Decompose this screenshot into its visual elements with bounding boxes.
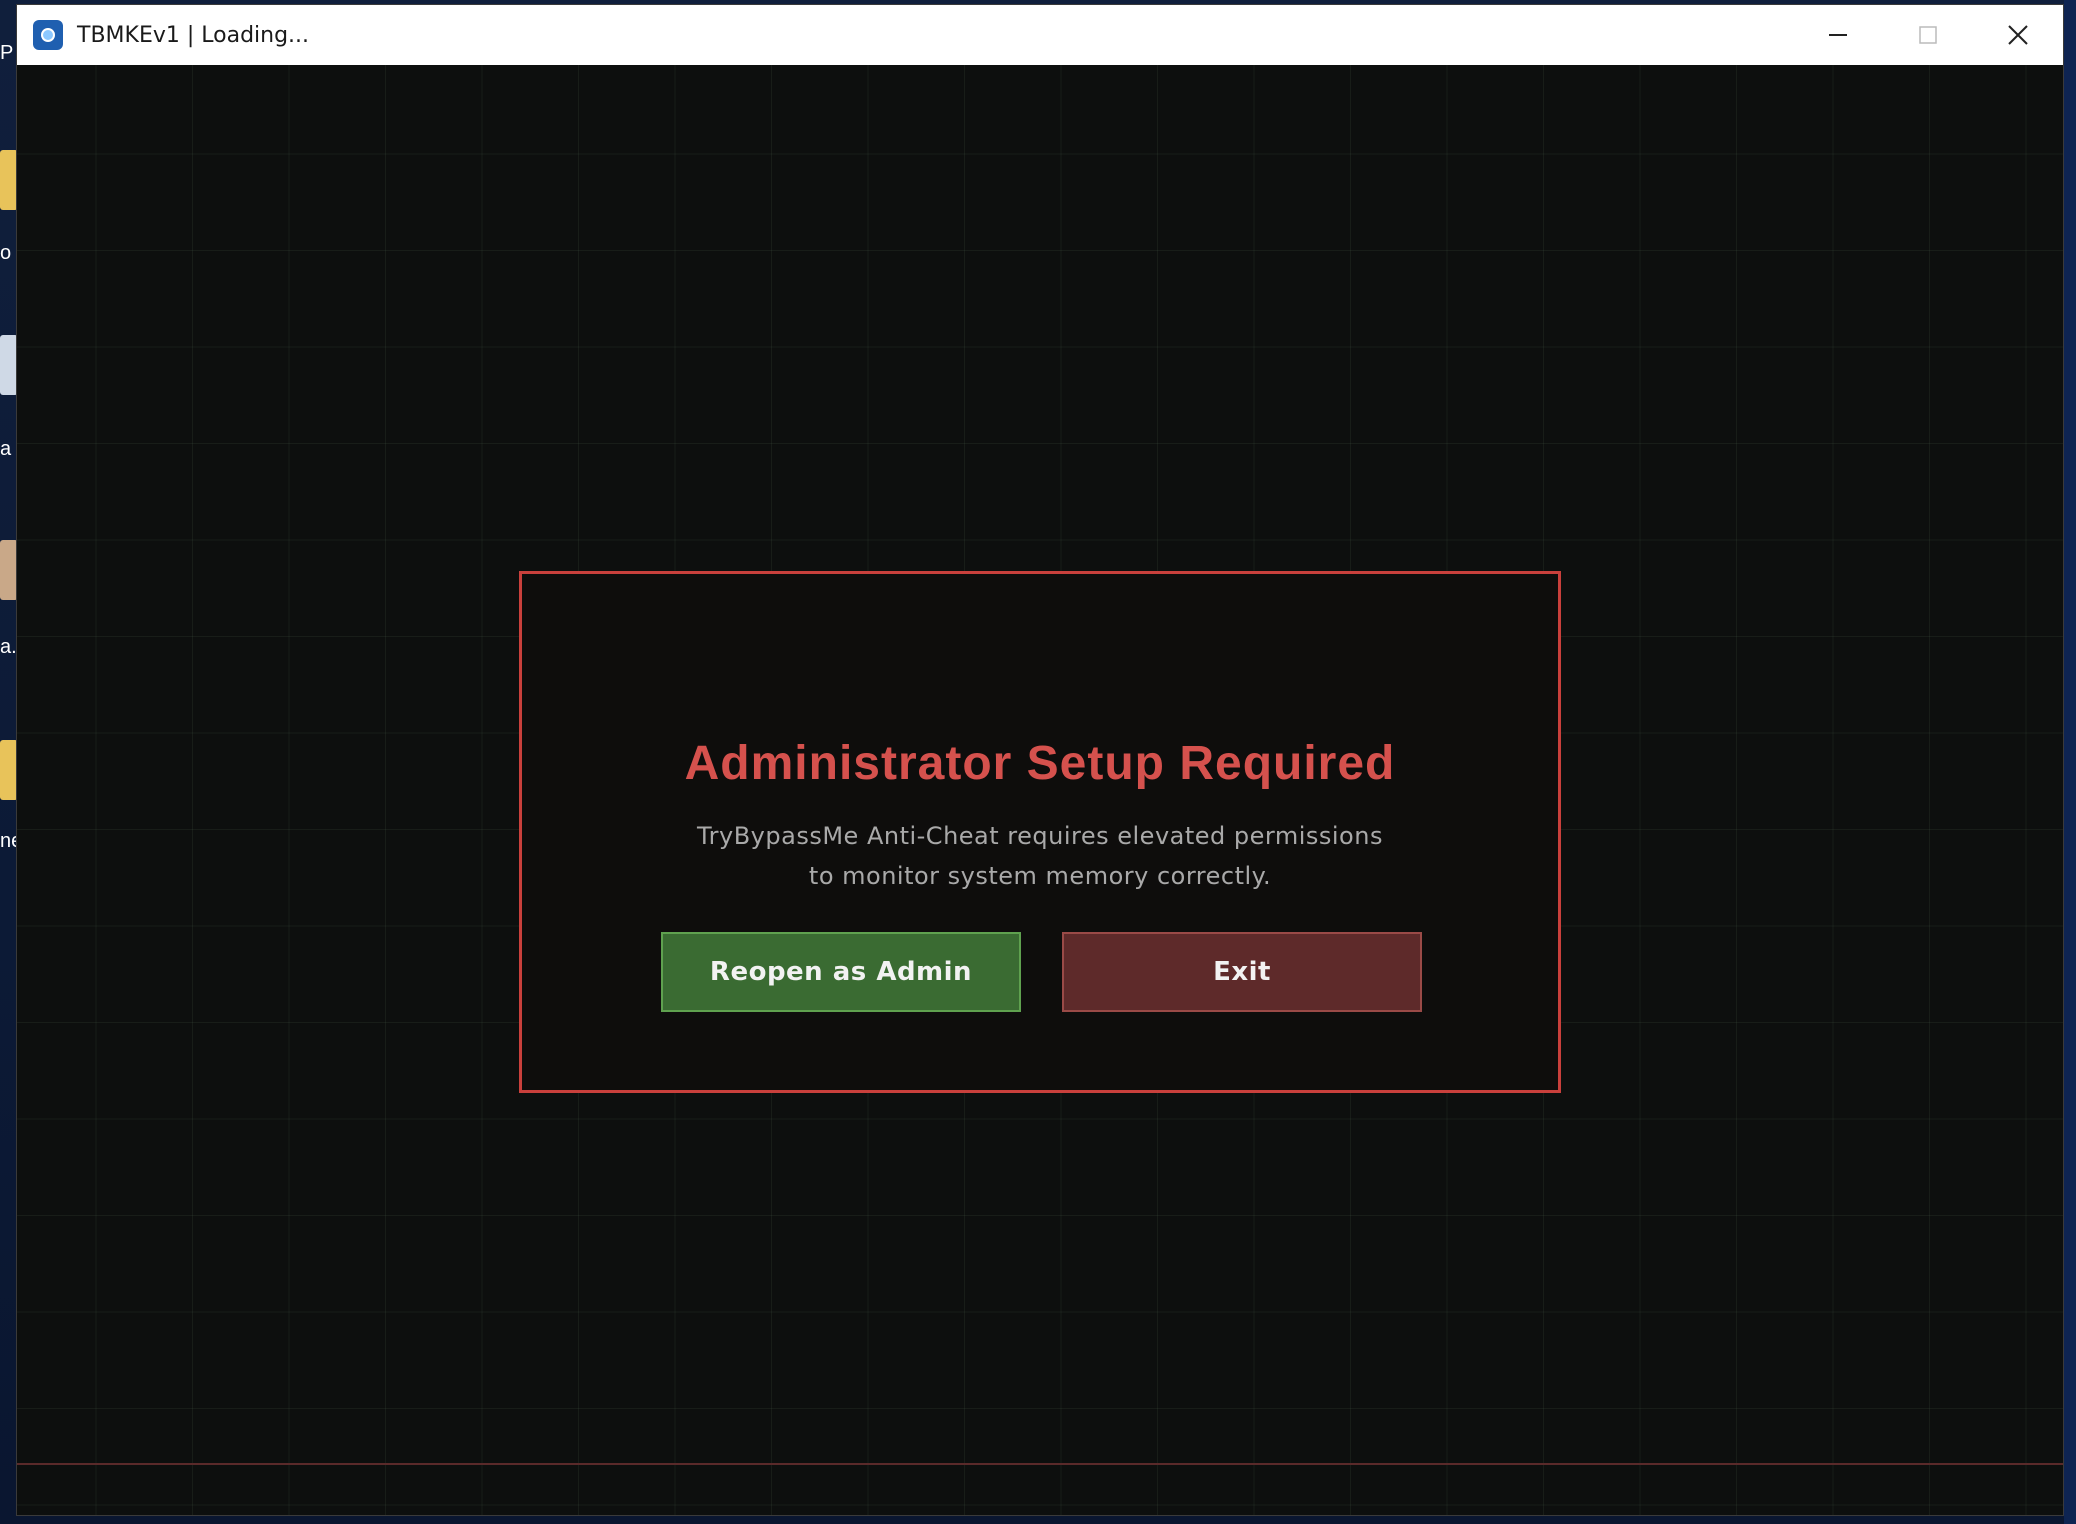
- desktop-background-strip: [2064, 0, 2076, 1524]
- desktop-icon-label: o: [0, 242, 12, 264]
- app-icon: [33, 20, 63, 50]
- close-icon: [2008, 25, 2028, 45]
- dialog-message-line-1: TryBypassMe Anti-Cheat requires elevated…: [697, 822, 1383, 850]
- app-window: TBMKEv1 | Loading... Administrator Setup…: [16, 4, 2064, 1516]
- reopen-as-admin-button[interactable]: Reopen as Admin: [661, 932, 1021, 1012]
- maximize-button[interactable]: [1883, 5, 1973, 65]
- window-title: TBMKEv1 | Loading...: [77, 22, 310, 48]
- dialog-title: Administrator Setup Required: [684, 737, 1396, 790]
- window-controls: [1793, 5, 2063, 65]
- close-button[interactable]: [1973, 5, 2063, 65]
- minimize-button[interactable]: [1793, 5, 1883, 65]
- desktop-icon-label: ne: [0, 830, 16, 852]
- admin-required-dialog: Administrator Setup Required TryBypassMe…: [519, 571, 1561, 1093]
- dialog-message-line-2: to monitor system memory correctly.: [808, 862, 1272, 890]
- app-content-grid: Administrator Setup Required TryBypassMe…: [17, 65, 2063, 1515]
- minimize-icon: [1829, 34, 1847, 36]
- maximize-icon: [1919, 26, 1937, 44]
- title-bar[interactable]: TBMKEv1 | Loading...: [17, 5, 2063, 65]
- desktop-icon-label: a.: [0, 636, 16, 658]
- desktop-icon-label: a: [0, 438, 12, 460]
- exit-button[interactable]: Exit: [1062, 932, 1422, 1012]
- desktop-icon-label: P: [0, 42, 14, 64]
- divider-line: [17, 1463, 2063, 1465]
